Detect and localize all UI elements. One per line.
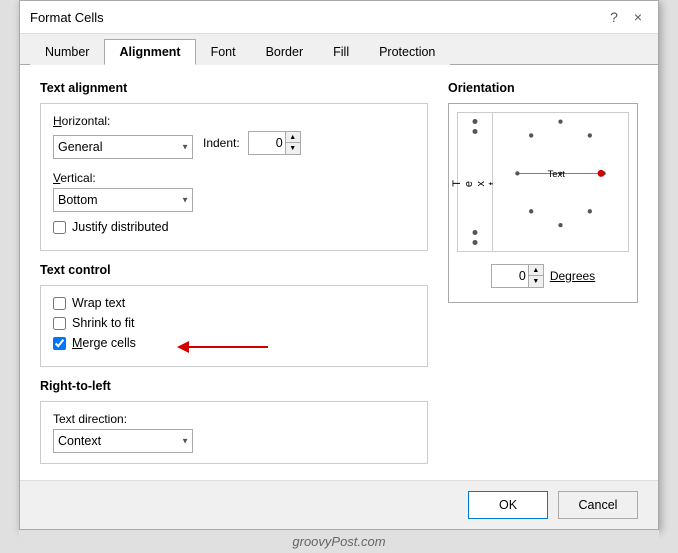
title-controls: ? × [604,7,648,27]
vertical-text-box: T e x t [457,112,493,252]
indent-spin-down[interactable]: ▼ [286,143,300,154]
text-alignment-title: Text alignment [40,81,428,95]
horizontal-row: General Left Center Right Fill Justify I… [53,131,415,163]
dot-bot [473,240,478,245]
watermark: groovyPost.com [19,530,659,553]
shrink-to-fit-label: Shrink to fit [72,316,135,330]
vertical-label: Vertical: [53,171,415,185]
indent-label: Indent: [203,136,240,150]
tab-fill[interactable]: Fill [318,39,364,65]
indent-spinner-btns: ▲ ▼ [285,132,300,154]
justify-distributed-label: Justify distributed [72,220,169,234]
left-panel: Text alignment Horizontal: General Left … [40,81,428,464]
merge-cells-row: Merge cells [53,336,415,350]
degrees-label: Degrees [550,269,595,283]
horizontal-label: Horizontal: [53,114,415,128]
justify-distributed-checkbox[interactable] [53,221,66,234]
merge-cells-checkbox[interactable] [53,337,66,350]
orientation-svg: Text [493,113,628,251]
tab-font[interactable]: Font [196,39,251,65]
orientation-visual: T e x t [457,112,629,252]
vertical-text-t: T [451,178,463,187]
indent-row: Indent: ▲ ▼ [203,131,301,155]
tab-alignment[interactable]: Alignment [104,39,195,65]
rtl-section: Right-to-left Text direction: Context Le… [40,379,428,464]
svg-text:Text: Text [548,169,566,180]
text-direction-select[interactable]: Context Left-to-Right Right-to-Left [53,429,193,453]
indent-spinner: ▲ ▼ [248,131,301,155]
indent-spin-up[interactable]: ▲ [286,132,300,143]
rtl-title: Right-to-left [40,379,428,393]
shrink-to-fit-checkbox[interactable] [53,317,66,330]
degrees-input[interactable] [492,265,528,287]
text-direction-wrapper: Context Left-to-Right Right-to-Left [53,429,193,453]
orientation-title: Orientation [448,81,638,95]
dialog-title: Format Cells [30,10,104,25]
degrees-spinner: ▲ ▼ [491,264,544,288]
wrap-text-checkbox[interactable] [53,297,66,310]
ok-button[interactable]: OK [468,491,548,519]
right-panel: Orientation T e x t [448,81,638,464]
degrees-spin-down[interactable]: ▼ [529,276,543,287]
horizontal-select-wrapper: General Left Center Right Fill Justify [53,135,193,159]
cancel-button[interactable]: Cancel [558,491,638,519]
text-control-title: Text control [40,263,428,277]
help-button[interactable]: ? [604,7,624,27]
tab-border[interactable]: Border [251,39,319,65]
degrees-spin-up[interactable]: ▲ [529,265,543,276]
wrap-text-row: Wrap text [53,296,415,310]
vertical-row: Top Center Bottom Justify Distributed [53,188,415,212]
title-bar: Format Cells ? × [20,1,658,34]
text-direction-label: Text direction: [53,412,415,426]
dialog-footer: OK Cancel [20,480,658,529]
dot-top2 [473,129,478,134]
dot-bot2 [473,230,478,235]
merge-cells-label: Merge cells [72,336,136,350]
wrap-text-label: Wrap text [72,296,125,310]
shrink-to-fit-row: Shrink to fit [53,316,415,330]
angle-text-box[interactable]: Text [493,112,629,252]
tab-number[interactable]: Number [30,39,104,65]
justify-distributed-row: Justify distributed [53,220,415,234]
vertical-text-x: x [475,179,487,187]
vertical-select-wrapper: Top Center Bottom Justify Distributed [53,188,193,212]
arrow-annotation [173,332,273,365]
degrees-spinner-btns: ▲ ▼ [528,265,543,287]
dialog-content: Text alignment Horizontal: General Left … [20,65,658,480]
close-button[interactable]: × [628,7,648,27]
indent-input[interactable] [249,132,285,154]
tab-bar: Number Alignment Font Border Fill Protec… [20,34,658,65]
orientation-box: T e x t [448,103,638,303]
tab-protection[interactable]: Protection [364,39,450,65]
vertical-text-e: e [463,179,475,187]
dot-top [473,119,478,124]
horizontal-select[interactable]: General Left Center Right Fill Justify [53,135,193,159]
degrees-row: ▲ ▼ Degrees [491,264,595,288]
vertical-select[interactable]: Top Center Bottom Justify Distributed [53,188,193,212]
